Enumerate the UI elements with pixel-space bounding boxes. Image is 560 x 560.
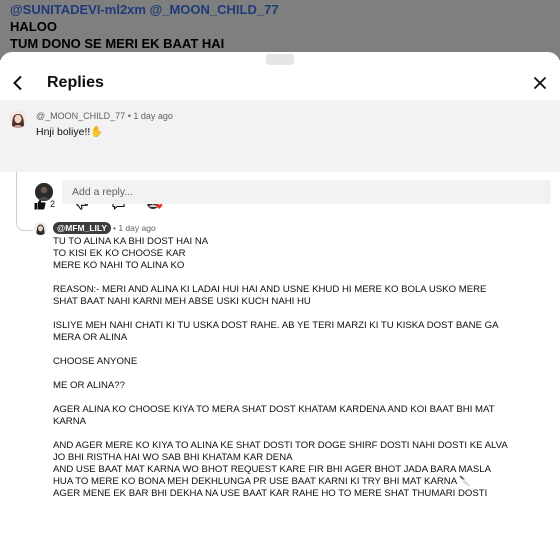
avatar[interactable] — [34, 222, 47, 235]
reply-author[interactable]: @MFM_LILY — [53, 222, 112, 234]
reply-line: CHOOSE ANYONE — [53, 356, 138, 367]
avatar[interactable] — [9, 110, 27, 128]
reply-author[interactable]: @_MOON_CHILD_77 — [36, 111, 125, 121]
close-icon — [533, 76, 547, 90]
original-comment-mentions[interactable]: @SUNITADEVI-ml2xm @_MOON_CHILD_77 — [10, 2, 279, 17]
back-button[interactable] — [8, 72, 28, 94]
reply-line: AND USE BAAT MAT KARNA WO BHOT REQUEST K… — [53, 464, 492, 475]
reply-line: KARNA — [53, 416, 87, 427]
drag-handle[interactable] — [266, 54, 294, 65]
parent-reply: @_MOON_CHILD_77 • 1 day ago Hnji boliye!… — [0, 100, 560, 210]
original-comment-line: HALOO — [10, 19, 57, 34]
reply-line: SHAT BAAT NAHI KARNI MEH ABSE USKI KUCH … — [53, 296, 311, 307]
avatar-image — [34, 222, 47, 235]
avatar-image — [35, 183, 53, 201]
reply-text: Hnji boliye!!✋ — [36, 126, 104, 138]
reply-meta: • 1 day ago — [113, 223, 156, 233]
reply-line: TU TO ALINA KA BHI DOST HAI NA — [53, 236, 209, 247]
reply-line: AND AGER MERE KO KIYA TO ALINA KE SHAT D… — [53, 440, 508, 451]
like-count: 2 — [50, 199, 56, 209]
reply-line: ME OR ALINA?? — [53, 380, 125, 391]
replies-sheet: Replies @_MOON_CHILD_77 • 1 day ago Hnji… — [0, 52, 560, 560]
reply-line: MERE KO NAHI TO ALINA KO — [53, 260, 185, 271]
reply-line: AGER MENE EK BAR BHI DEKHA NA USE BAAT K… — [53, 488, 488, 499]
reply-line: AGER ALINA KO CHOOSE KIYA TO MERA SHAT D… — [53, 404, 495, 415]
reply-line: TO KISI EK KO CHOOSE KAR — [53, 248, 186, 259]
original-comment-line: TUM DONO SE MERI EK BAAT HAI — [10, 36, 225, 51]
reply-line: ISLIYE MEH NAHI CHATI KI TU USKA DOST RA… — [53, 320, 499, 331]
reply-line: JO BHI RISTHA HAI WO SAB BHI KHATAM KAR … — [53, 452, 293, 463]
reply-time: 1 day ago — [133, 111, 173, 121]
reply-line: MERA OR ALINA — [53, 332, 128, 343]
reply-time: 1 day ago — [118, 223, 156, 233]
close-button[interactable] — [530, 73, 550, 93]
add-reply-input[interactable] — [62, 180, 551, 204]
current-user-avatar — [35, 183, 53, 201]
chevron-left-icon — [13, 75, 22, 91]
reply-body: TU TO ALINA KA BHI DOST HAI NA TO KISI E… — [53, 236, 553, 500]
thread-line — [16, 172, 17, 224]
reply-meta: @_MOON_CHILD_77 • 1 day ago — [36, 111, 173, 121]
avatar-image — [9, 110, 27, 128]
reply-line: REASON:- MERI AND ALINA KI LADAI HUI HAI… — [53, 284, 487, 295]
sheet-title: Replies — [47, 74, 104, 91]
reply-line: HUA TO MERE KO BONA MEH DEKHLUNGA PR USE… — [53, 476, 472, 487]
thread-connector — [16, 222, 33, 231]
